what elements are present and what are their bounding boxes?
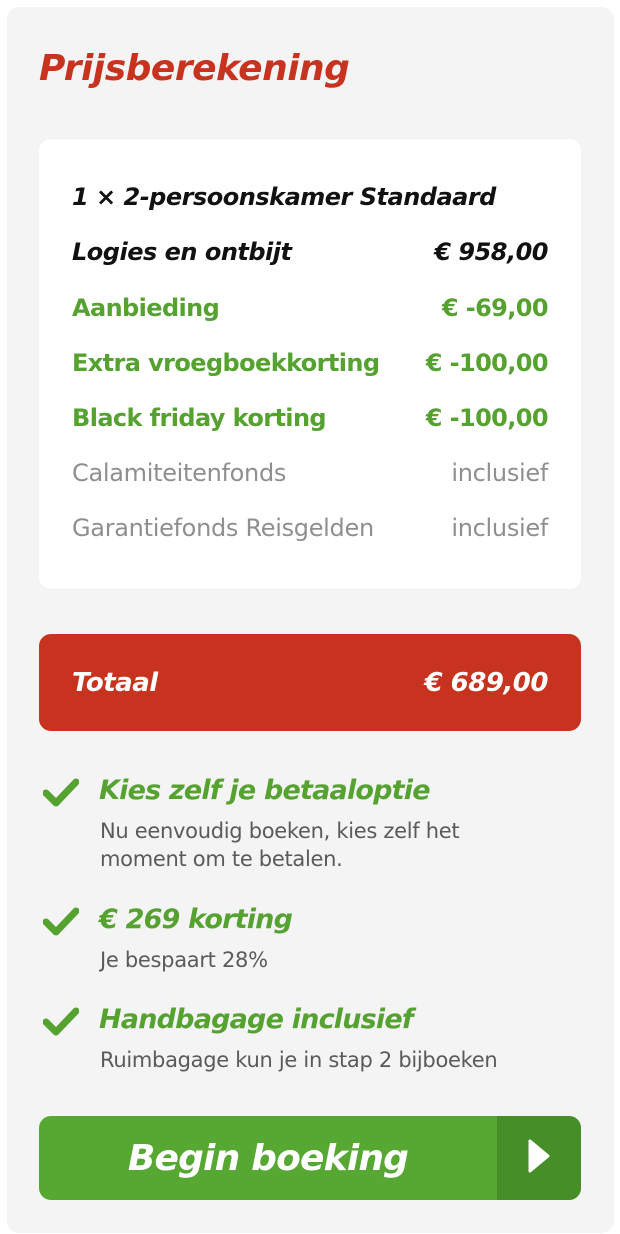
price-row-label: Extra vroegboekkorting xyxy=(72,349,380,377)
cta-arrow-box xyxy=(497,1116,581,1200)
price-row-label: Logies en ontbijt xyxy=(72,238,292,266)
price-calculation-panel: Prijsberekening 1 × 2-persoonskamer Stan… xyxy=(7,7,614,1233)
price-row-value: inclusief xyxy=(451,459,548,487)
price-row-label: Aanbieding xyxy=(72,294,220,322)
price-row-value: € -100,00 xyxy=(425,349,549,377)
discount-row-offer: Aanbieding € -69,00 xyxy=(72,294,549,323)
price-row-value: inclusief xyxy=(451,514,548,542)
check-icon xyxy=(42,906,80,936)
price-row-label: Black friday korting xyxy=(72,404,327,432)
discount-row-early-booking: Extra vroegboekkorting € -100,00 xyxy=(72,349,549,378)
page-title: Prijsberekening xyxy=(39,48,350,89)
check-icon xyxy=(42,777,80,807)
benefit-text: Je bespaart 28% xyxy=(100,948,268,972)
begin-booking-label: Begin boeking xyxy=(127,1137,409,1179)
price-breakdown-card: 1 × 2-persoonskamer Standaard Logies en … xyxy=(39,139,581,589)
total-label: Totaal xyxy=(72,667,158,698)
price-row-label: Calamiteitenfonds xyxy=(72,459,287,487)
price-row-value: € 958,00 xyxy=(434,238,548,266)
benefit-title: Kies zelf je betaaloptie xyxy=(99,775,431,806)
price-row-base: Logies en ontbijt € 958,00 xyxy=(72,238,548,267)
price-row-value: € -100,00 xyxy=(425,404,549,432)
included-row-calamity-fund: Calamiteitenfonds inclusief xyxy=(72,459,548,488)
discount-row-black-friday: Black friday korting € -100,00 xyxy=(72,404,549,433)
benefit-text: Nu eenvoudig boeken, kies zelf het momen… xyxy=(100,819,460,871)
benefit-title: Handbagage inclusief xyxy=(99,1004,414,1035)
price-row-value: € -69,00 xyxy=(441,294,549,322)
benefit-title: € 269 korting xyxy=(99,904,293,935)
begin-booking-button[interactable]: Begin boeking xyxy=(39,1116,581,1200)
check-icon xyxy=(42,1006,80,1036)
total-value: € 689,00 xyxy=(424,667,549,698)
included-row-guarantee-fund: Garantiefonds Reisgelden inclusief xyxy=(72,514,548,543)
total-bar: Totaal € 689,00 xyxy=(39,634,581,731)
benefit-text: Ruimbagage kun je in stap 2 bijboeken xyxy=(100,1048,498,1072)
price-row-label: Garantiefonds Reisgelden xyxy=(72,514,374,542)
room-description: 1 × 2-persoonskamer Standaard xyxy=(72,183,496,211)
play-arrow-icon xyxy=(527,1139,551,1177)
